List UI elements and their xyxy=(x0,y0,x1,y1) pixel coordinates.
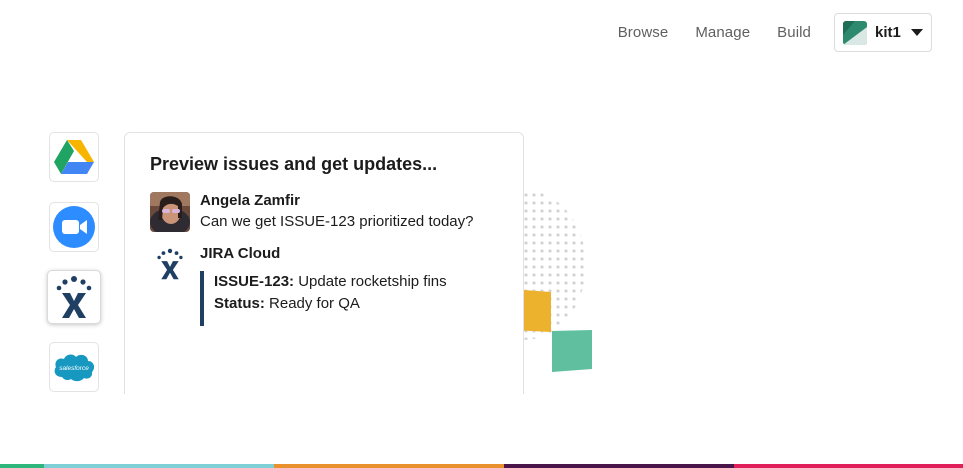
preview-card: Preview issues and get updates... Angela… xyxy=(124,132,524,394)
workspace-name: kit1 xyxy=(875,24,901,41)
status-line: Status: Ready for QA xyxy=(214,293,447,315)
jira-icon xyxy=(56,276,92,318)
nav-build[interactable]: Build xyxy=(777,24,811,41)
jira-bot-avatar-icon xyxy=(157,248,183,280)
app-tile-salesforce[interactable]: salesforce xyxy=(49,342,99,392)
top-nav: Browse Manage Build kit1 xyxy=(618,12,932,53)
stripe-teal xyxy=(44,464,274,468)
status-value: Ready for QA xyxy=(269,295,360,312)
message-sender: JIRA Cloud xyxy=(200,245,281,262)
stripe-red xyxy=(734,464,963,468)
salesforce-logo-text: salesforce xyxy=(59,365,89,372)
message-text: Can we get ISSUE-123 prioritized today? xyxy=(200,213,474,230)
card-title: Preview issues and get updates... xyxy=(150,154,438,174)
color-stripe xyxy=(0,464,963,468)
avatar xyxy=(150,192,190,232)
card-fade xyxy=(125,334,523,394)
issue-key: ISSUE-123: xyxy=(214,273,295,290)
stripe-orange xyxy=(274,464,504,468)
app-tile-zoom[interactable] xyxy=(49,202,99,252)
caret-down-icon xyxy=(910,29,923,36)
workspace-logo-icon xyxy=(843,20,867,45)
green-square xyxy=(552,330,592,372)
google-drive-icon xyxy=(54,140,94,174)
app-tile-jira[interactable] xyxy=(47,270,101,324)
issue-line: ISSUE-123: Update rocketship fins xyxy=(214,271,447,293)
workspace-switcher[interactable]: kit1 xyxy=(834,13,932,52)
zoom-icon xyxy=(53,206,95,248)
status-label: Status: xyxy=(214,295,265,312)
message-sender: Angela Zamfir xyxy=(200,192,301,209)
app-tile-google-drive[interactable] xyxy=(49,132,99,182)
salesforce-icon: salesforce xyxy=(54,354,95,382)
stripe-aubergine xyxy=(504,464,734,468)
stripe-green xyxy=(0,464,44,468)
nav-browse[interactable]: Browse xyxy=(618,24,669,41)
nav-manage[interactable]: Manage xyxy=(695,24,750,41)
issue-attachment[interactable]: ISSUE-123: Update rocketship fins Status… xyxy=(200,271,447,326)
issue-title: Update rocketship fins xyxy=(298,273,447,290)
